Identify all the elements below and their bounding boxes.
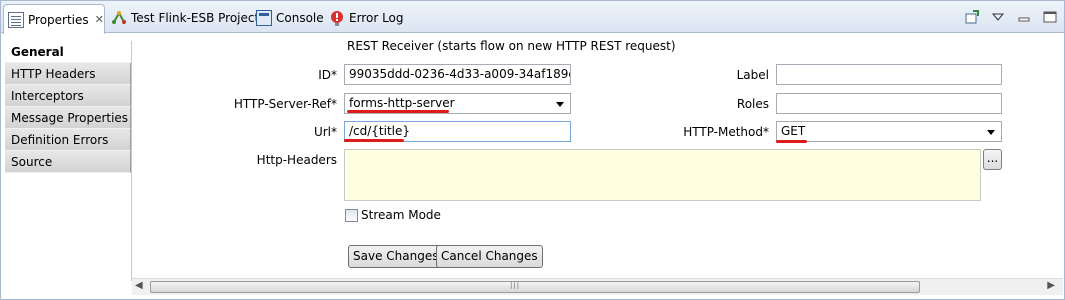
tab-properties[interactable]: Properties ✕ [3,4,105,34]
side-tab-source[interactable]: Source [5,151,131,173]
scroll-left-icon[interactable]: ◀ [135,280,143,291]
chevron-down-icon [556,102,564,107]
close-icon[interactable]: ✕ [95,13,104,26]
roles-field[interactable] [776,93,1002,114]
section-header: REST Receiver (starts flow on new HTTP R… [347,39,676,53]
tab-test-flink-esb-project-label: Test Flink-ESB Project [131,11,260,25]
http-method-value: GET [781,124,806,138]
view-toolbar [964,7,1058,27]
view-menu-icon[interactable] [990,9,1006,25]
maximize-icon[interactable] [1042,9,1058,25]
http-headers-label: Http-Headers [256,153,337,167]
properties-icon [8,11,24,28]
roles-label: Roles [736,97,769,111]
side-tab-interceptors[interactable]: Interceptors [5,85,131,107]
http-method-select[interactable]: GET [776,121,1002,142]
tab-error-log[interactable]: Error Log [329,5,404,31]
tab-console[interactable]: Console [256,5,324,31]
scroll-right-icon[interactable]: ▶ [1047,280,1055,291]
save-changes-button[interactable]: Save Changes [348,245,444,268]
url-label: Url* [313,125,337,139]
http-server-ref-value: forms-http-server [349,96,455,110]
edit-headers-button[interactable]: ... [983,149,1002,170]
pin-view-icon[interactable] [964,9,980,25]
minimize-icon[interactable] [1016,9,1032,25]
tab-properties-label: Properties [28,12,89,27]
view-tab-bar: Properties ✕ Test Flink-ESB Project Cons… [1,1,1064,34]
console-icon [256,10,272,26]
id-field[interactable]: 99035ddd-0236-4d33-a009-34af189e18d2 [344,64,571,85]
tab-error-log-label: Error Log [349,11,404,25]
http-headers-textarea[interactable] [344,149,981,201]
label-field[interactable] [776,64,1002,85]
highlight-underline-method [776,140,807,143]
property-section-tabs: General HTTP Headers Interceptors Messag… [5,41,132,281]
side-tab-general[interactable]: General [5,41,131,63]
side-tab-definition-errors[interactable]: Definition Errors [5,129,131,151]
stream-mode-label: Stream Mode [361,208,441,222]
http-server-ref-label: HTTP-Server-Ref* [233,97,337,111]
tab-test-flink-esb-project[interactable]: Test Flink-ESB Project [111,5,259,31]
label-label: Label [736,68,769,82]
chevron-down-icon [987,130,995,135]
highlight-underline-server-ref [347,110,449,113]
stream-mode-checkbox[interactable] [345,209,358,222]
cancel-changes-button[interactable]: Cancel Changes [436,245,543,268]
error-log-icon [329,10,345,26]
properties-view: Properties ✕ Test Flink-ESB Project Cons… [0,0,1065,300]
scrollbar-thumb[interactable] [150,281,920,293]
http-method-label: HTTP-Method* [683,125,769,139]
tab-console-label: Console [276,11,324,25]
side-tab-message-properties[interactable]: Message Properties [5,107,131,129]
scrollbar-grip-icon: ||| [510,281,521,289]
highlight-underline-url [344,139,404,142]
flink-project-icon [111,10,127,26]
id-label: ID* [318,68,337,82]
horizontal-scrollbar[interactable]: ◀ ||| ▶ [132,278,1063,295]
side-tab-http-headers[interactable]: HTTP Headers [5,63,131,85]
